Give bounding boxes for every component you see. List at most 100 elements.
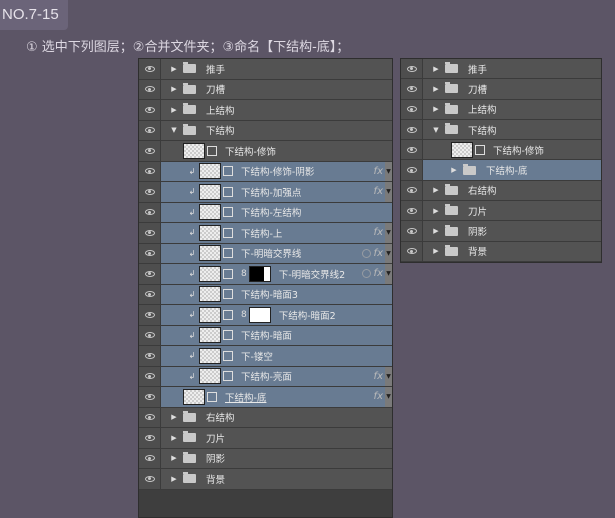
visibility-toggle[interactable] — [139, 284, 161, 304]
effects-dropdown-arrow[interactable]: ▼ — [385, 223, 392, 243]
layer-row[interactable]: ↲ 下结构-修饰-阴影 fx ▼ — [139, 161, 392, 182]
layer-group-row[interactable]: ▶ 背景 — [139, 469, 392, 490]
layer-group-row[interactable]: ▶ 背景 — [401, 241, 601, 262]
layer-row[interactable]: ↲ 下-明暗交界线 fx ▼ — [139, 243, 392, 264]
layer-row[interactable]: ↲ 下结构-加强点 fx ▼ — [139, 182, 392, 203]
effects-dropdown-arrow[interactable]: ▼ — [385, 243, 392, 263]
visibility-toggle[interactable] — [139, 448, 161, 468]
fx-icon[interactable]: fx — [374, 166, 383, 177]
fx-icon[interactable]: fx — [374, 268, 383, 279]
effects-dropdown-arrow[interactable]: ▼ — [385, 264, 392, 284]
visibility-toggle[interactable] — [401, 140, 423, 160]
eye-icon — [406, 106, 417, 113]
layer-row[interactable]: ↲ 8 下-明暗交界线2 fx ▼ — [139, 264, 392, 285]
eye-icon — [144, 291, 155, 298]
layer-group-row[interactable]: ▶ 右结构 — [401, 180, 601, 202]
visibility-toggle[interactable] — [139, 346, 161, 366]
visibility-toggle[interactable] — [139, 243, 161, 263]
visibility-toggle[interactable] — [139, 366, 161, 386]
layer-group-row[interactable]: ▶ 推手 — [139, 59, 392, 80]
collapse-triangle-icon[interactable]: ▼ — [169, 126, 179, 134]
visibility-toggle[interactable] — [139, 182, 161, 202]
effects-dropdown-arrow[interactable]: ▼ — [385, 161, 392, 181]
expand-triangle-icon[interactable]: ▶ — [431, 227, 441, 235]
eye-icon — [144, 414, 155, 421]
visibility-toggle[interactable] — [139, 264, 161, 284]
fx-icon[interactable]: fx — [374, 371, 383, 382]
expand-triangle-icon[interactable]: ▶ — [169, 475, 179, 483]
visibility-toggle[interactable] — [401, 160, 423, 180]
expand-triangle-icon[interactable]: ▶ — [169, 413, 179, 421]
layer-group-row[interactable]: ▶ 刀片 — [401, 201, 601, 222]
visibility-toggle[interactable] — [401, 241, 423, 261]
expand-triangle-icon[interactable]: ▶ — [449, 166, 459, 174]
shape-layer-icon — [223, 371, 233, 382]
fx-icon[interactable]: fx — [374, 186, 383, 197]
layer-group-row[interactable]: ▶ 上结构 — [401, 99, 601, 120]
visibility-toggle[interactable] — [139, 325, 161, 345]
expand-triangle-icon[interactable]: ▶ — [431, 85, 441, 93]
shape-layer-icon — [223, 186, 233, 197]
layer-group-row[interactable]: ▼ 下结构 — [401, 119, 601, 141]
visibility-toggle[interactable] — [401, 119, 423, 140]
layer-group-row[interactable]: ▶ 阴影 — [401, 221, 601, 242]
folder-icon — [445, 224, 458, 236]
visibility-toggle[interactable] — [139, 428, 161, 448]
expand-triangle-icon[interactable]: ▶ — [169, 85, 179, 93]
visibility-toggle[interactable] — [401, 59, 423, 79]
visibility-toggle[interactable] — [139, 202, 161, 222]
layer-row[interactable]: 下结构-修饰 — [139, 141, 392, 162]
layer-group-row[interactable]: ▶ 上结构 — [139, 100, 392, 121]
visibility-toggle[interactable] — [401, 99, 423, 119]
layer-row[interactable]: ↲ 下结构-暗面 — [139, 325, 392, 346]
effects-dropdown-arrow[interactable]: ▼ — [385, 182, 392, 202]
layer-group-row[interactable]: ▶ 右结构 — [139, 407, 392, 428]
visibility-toggle[interactable] — [139, 59, 161, 79]
visibility-toggle[interactable] — [139, 305, 161, 325]
visibility-toggle[interactable] — [401, 221, 423, 241]
expand-triangle-icon[interactable]: ▶ — [169, 65, 179, 73]
visibility-toggle[interactable] — [401, 79, 423, 99]
layer-row[interactable]: ↲ 下结构-左结构 — [139, 202, 392, 223]
visibility-toggle[interactable] — [139, 120, 161, 140]
layer-group-row[interactable]: ▶ 刀片 — [139, 428, 392, 449]
layer-group-row[interactable]: ▶ 刀槽 — [401, 79, 601, 100]
layer-name: 下-明暗交界线2 — [278, 269, 346, 281]
expand-triangle-icon[interactable]: ▶ — [431, 186, 441, 194]
layer-group-row[interactable]: ▼ 下结构 — [139, 120, 392, 141]
fx-icon[interactable]: fx — [374, 248, 383, 259]
visibility-toggle[interactable] — [401, 201, 423, 221]
expand-triangle-icon[interactable]: ▶ — [169, 454, 179, 462]
layer-row[interactable]: 下结构-底 fx ▼ — [139, 387, 392, 408]
layer-group-row[interactable]: ▶ 下结构-底 — [401, 160, 601, 181]
effects-dropdown-arrow[interactable]: ▼ — [385, 387, 392, 407]
layer-row[interactable]: ↲ 下结构-亮面 fx ▼ — [139, 366, 392, 387]
expand-triangle-icon[interactable]: ▶ — [169, 106, 179, 114]
visibility-toggle[interactable] — [139, 79, 161, 99]
visibility-toggle[interactable] — [139, 223, 161, 243]
effects-dropdown-arrow[interactable]: ▼ — [385, 366, 392, 386]
visibility-toggle[interactable] — [139, 387, 161, 407]
fx-icon[interactable]: fx — [374, 227, 383, 238]
visibility-toggle[interactable] — [139, 100, 161, 120]
visibility-toggle[interactable] — [139, 161, 161, 181]
layer-row[interactable]: ↲ 下-镂空 — [139, 346, 392, 367]
expand-triangle-icon[interactable]: ▶ — [169, 434, 179, 442]
visibility-toggle[interactable] — [401, 180, 423, 201]
layer-group-row[interactable]: ▶ 阴影 — [139, 448, 392, 469]
fx-icon[interactable]: fx — [374, 391, 383, 402]
expand-triangle-icon[interactable]: ▶ — [431, 247, 441, 255]
expand-triangle-icon[interactable]: ▶ — [431, 105, 441, 113]
layer-group-row[interactable]: ▶ 刀槽 — [139, 79, 392, 100]
expand-triangle-icon[interactable]: ▶ — [431, 65, 441, 73]
collapse-triangle-icon[interactable]: ▼ — [431, 126, 441, 134]
layer-row[interactable]: ↲ 8 下结构-暗面2 — [139, 305, 392, 326]
visibility-toggle[interactable] — [139, 407, 161, 427]
layer-row[interactable]: ↲ 下结构-上 fx ▼ — [139, 223, 392, 244]
layer-row[interactable]: ↲ 下结构-暗面3 — [139, 284, 392, 305]
layer-row[interactable]: 下结构-修饰 — [401, 140, 601, 161]
layer-group-row[interactable]: ▶ 推手 — [401, 59, 601, 80]
visibility-toggle[interactable] — [139, 141, 161, 161]
visibility-toggle[interactable] — [139, 469, 161, 489]
expand-triangle-icon[interactable]: ▶ — [431, 207, 441, 215]
